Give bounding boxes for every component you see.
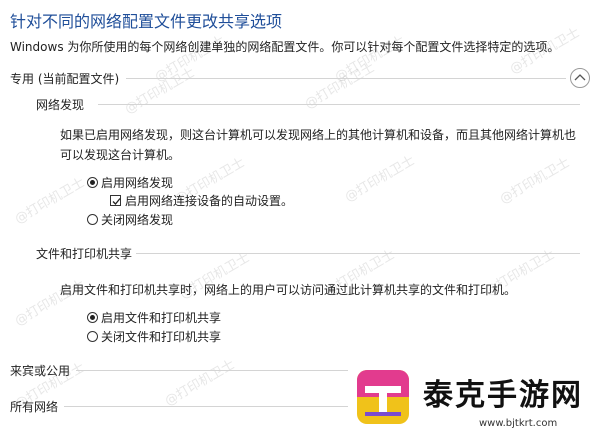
watermark: @打印机卫士 (497, 155, 573, 208)
enable-network-discovery-radio[interactable] (87, 177, 98, 188)
guest-public-section-label[interactable]: 来宾或公用 (10, 362, 70, 379)
chevron-up-icon (574, 74, 586, 81)
enable-file-printer-sharing-label[interactable]: 启用文件和打印机共享 (101, 309, 221, 326)
file-printer-sharing-heading: 文件和打印机共享 (36, 247, 133, 261)
network-discovery-heading: 网络发现 (36, 98, 85, 112)
logo-name: 泰克手游网 (423, 378, 583, 413)
page-description: Windows 为你所使用的每个网络创建单独的网络配置文件。你可以针对每个配置文… (10, 40, 560, 54)
private-section-label[interactable]: 专用 (当前配置文件) (10, 70, 119, 87)
disable-file-printer-sharing-label[interactable]: 关闭文件和打印机共享 (101, 328, 221, 345)
page-title: 针对不同的网络配置文件更改共享选项 (10, 12, 283, 31)
logo-url: www.bjtkrt.com (479, 418, 558, 429)
watermark: @打印机卫士 (162, 357, 238, 410)
divider (64, 406, 348, 407)
site-logo: 泰克手游网 www.bjtkrt.com (349, 362, 600, 436)
disable-file-printer-sharing-radio[interactable] (87, 331, 98, 342)
divider (98, 104, 580, 105)
disable-network-discovery-radio[interactable] (87, 214, 98, 225)
auto-setup-checkbox[interactable] (110, 195, 121, 206)
logo-mark-icon (357, 370, 409, 424)
enable-network-discovery-label[interactable]: 启用网络发现 (101, 174, 173, 191)
file-printer-sharing-text: 启用文件和打印机共享时，网络上的用户可以访问通过此计算机共享的文件和打印机。 (60, 283, 517, 297)
divider (136, 253, 580, 254)
enable-file-printer-sharing-radio[interactable] (87, 312, 98, 323)
network-discovery-text-line2: 可以发现这台计算机。 (60, 148, 181, 162)
divider (126, 78, 566, 79)
divider (76, 370, 348, 371)
watermark: @打印机卫士 (342, 153, 418, 206)
disable-network-discovery-label[interactable]: 关闭网络发现 (101, 211, 173, 228)
network-discovery-text-line1: 如果已启用网络发现，则这台计算机可以发现网络上的其他计算机和设备，而且其他网络计… (60, 128, 577, 142)
all-networks-section-label[interactable]: 所有网络 (10, 398, 58, 415)
checkmark-icon (112, 198, 121, 205)
watermark: @打印机卫士 (12, 175, 88, 228)
auto-setup-label[interactable]: 启用网络连接设备的自动设置。 (125, 192, 293, 209)
collapse-private-button[interactable] (570, 68, 590, 88)
